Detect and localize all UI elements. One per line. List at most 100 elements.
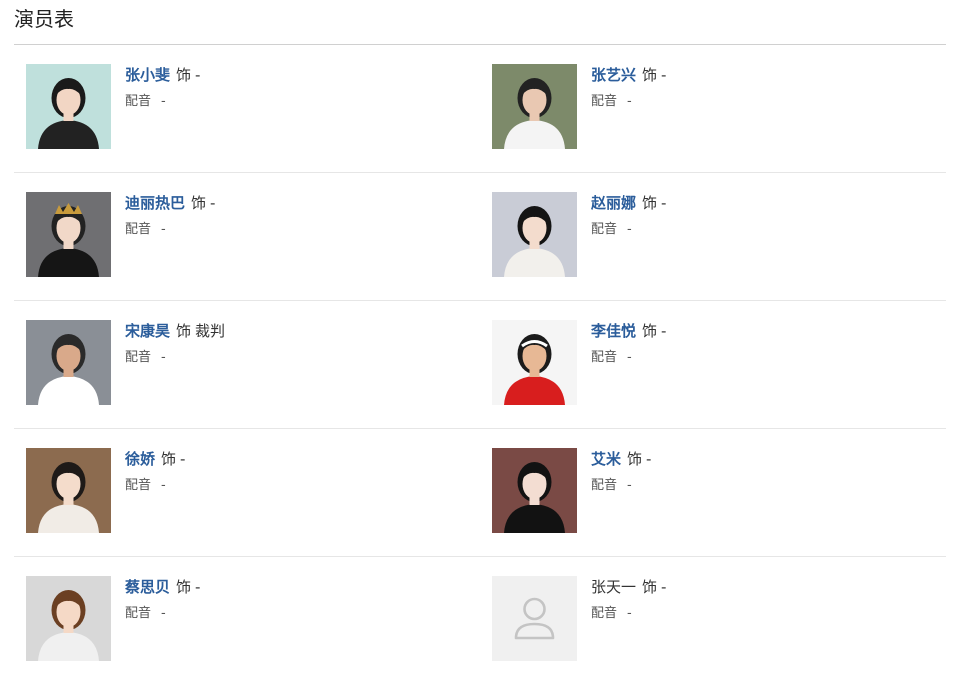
- photo-art: [492, 320, 577, 405]
- actor-name-link[interactable]: 艾米: [591, 450, 621, 468]
- cast-info: 蔡思贝饰 - 配音 -: [125, 576, 465, 624]
- actor-photo[interactable]: [26, 64, 111, 149]
- role-word: 饰: [642, 66, 658, 84]
- role-name: -: [646, 450, 652, 468]
- actor-photo[interactable]: [492, 320, 577, 405]
- role-word: 饰: [627, 450, 643, 468]
- voice-value: -: [627, 350, 632, 365]
- voice-label: 配音: [125, 478, 152, 493]
- cast-card: 赵丽娜饰 - 配音 -: [492, 192, 952, 278]
- actor-name-link[interactable]: 蔡思贝: [125, 578, 170, 596]
- cast-card: 迪丽热巴饰 - 配音 -: [26, 192, 486, 278]
- actor-name-link[interactable]: 张艺兴: [591, 66, 636, 84]
- voice-label: 配音: [125, 94, 152, 109]
- voice-line: 配音 -: [125, 220, 465, 240]
- cast-info: 迪丽热巴饰 - 配音 -: [125, 192, 465, 240]
- voice-line: 配音 -: [125, 348, 465, 368]
- role-word: 饰: [642, 322, 658, 340]
- photo-art: [26, 320, 111, 405]
- role-word: 饰: [642, 578, 658, 596]
- name-line: 艾米饰 -: [591, 448, 931, 470]
- actor-name-link[interactable]: 迪丽热巴: [125, 194, 185, 212]
- photo-art: [492, 192, 577, 277]
- role-name: -: [661, 66, 667, 84]
- name-line: 赵丽娜饰 -: [591, 192, 931, 214]
- actor-photo-placeholder: [492, 576, 577, 661]
- cast-info: 张小斐饰 - 配音 -: [125, 64, 465, 112]
- photo-art: [492, 448, 577, 533]
- role-name: -: [195, 578, 201, 596]
- voice-line: 配音 -: [591, 604, 931, 624]
- role-word: 饰: [642, 194, 658, 212]
- role-name: -: [661, 578, 667, 596]
- voice-line: 配音 -: [125, 92, 465, 112]
- voice-label: 配音: [591, 94, 618, 109]
- cast-row: 蔡思贝饰 - 配音 - 张天一饰 - 配音 -: [14, 557, 946, 684]
- voice-line: 配音 -: [125, 604, 465, 624]
- name-line: 宋康昊饰裁判: [125, 320, 465, 342]
- voice-label: 配音: [591, 478, 618, 493]
- cast-info: 艾米饰 - 配音 -: [591, 448, 931, 496]
- cast-card: 宋康昊饰裁判 配音 -: [26, 320, 486, 406]
- voice-value: -: [161, 222, 166, 237]
- role-word: 饰: [191, 194, 207, 212]
- voice-label: 配音: [591, 222, 618, 237]
- actor-photo[interactable]: [26, 576, 111, 661]
- actor-name-link[interactable]: 宋康昊: [125, 322, 170, 340]
- voice-value: -: [627, 478, 632, 493]
- voice-label: 配音: [125, 606, 152, 621]
- cast-info: 张艺兴饰 - 配音 -: [591, 64, 931, 112]
- photo-art: [26, 192, 111, 277]
- voice-label: 配音: [125, 350, 152, 365]
- cast-card: 蔡思贝饰 - 配音 -: [26, 576, 486, 662]
- voice-value: -: [161, 94, 166, 109]
- voice-label: 配音: [591, 606, 618, 621]
- role-word: 饰: [176, 322, 192, 340]
- role-name: -: [661, 322, 667, 340]
- photo-art: [492, 576, 577, 661]
- actor-name-link[interactable]: 张小斐: [125, 66, 170, 84]
- role-name: -: [210, 194, 216, 212]
- actor-photo[interactable]: [26, 320, 111, 405]
- cast-card: 艾米饰 - 配音 -: [492, 448, 952, 534]
- cast-list: 张小斐饰 - 配音 - 张艺兴饰 - 配音 - 迪丽热巴 饰 - 配音 - 赵丽…: [14, 45, 946, 684]
- voice-value: -: [161, 478, 166, 493]
- role-name: 裁判: [195, 322, 226, 340]
- actor-name-link[interactable]: 徐娇: [125, 450, 155, 468]
- role-name: -: [661, 194, 667, 212]
- voice-value: -: [627, 94, 632, 109]
- actor-photo[interactable]: [26, 192, 111, 277]
- voice-value: -: [161, 606, 166, 621]
- role-word: 饰: [161, 450, 177, 468]
- photo-art: [26, 64, 111, 149]
- name-line: 张艺兴饰 -: [591, 64, 931, 86]
- role-name: -: [180, 450, 186, 468]
- cast-info: 赵丽娜饰 - 配音 -: [591, 192, 931, 240]
- section-title: 演员表: [14, 7, 74, 31]
- name-line: 迪丽热巴饰 -: [125, 192, 465, 214]
- voice-line: 配音 -: [591, 348, 931, 368]
- actor-photo[interactable]: [492, 64, 577, 149]
- voice-value: -: [161, 350, 166, 365]
- actor-name-link[interactable]: 李佳悦: [591, 322, 636, 340]
- cast-row: 宋康昊饰裁判 配音 - 李佳悦饰 - 配音 -: [14, 301, 946, 429]
- voice-label: 配音: [125, 222, 152, 237]
- photo-art: [26, 448, 111, 533]
- actor-photo[interactable]: [492, 192, 577, 277]
- role-word: 饰: [176, 578, 192, 596]
- photo-art: [492, 64, 577, 149]
- actor-photo[interactable]: [492, 448, 577, 533]
- name-line: 张小斐饰 -: [125, 64, 465, 86]
- voice-label: 配音: [591, 350, 618, 365]
- voice-line: 配音 -: [591, 92, 931, 112]
- cast-info: 李佳悦饰 - 配音 -: [591, 320, 931, 368]
- cast-card: 张小斐饰 - 配音 -: [26, 64, 486, 150]
- role-word: 饰: [176, 66, 192, 84]
- cast-card: 徐娇饰 - 配音 -: [26, 448, 486, 534]
- cast-info: 徐娇饰 - 配音 -: [125, 448, 465, 496]
- actor-name-link[interactable]: 赵丽娜: [591, 194, 636, 212]
- cast-info: 宋康昊饰裁判 配音 -: [125, 320, 465, 368]
- actor-photo[interactable]: [26, 448, 111, 533]
- cast-card: 张天一饰 - 配音 -: [492, 576, 952, 662]
- voice-value: -: [627, 606, 632, 621]
